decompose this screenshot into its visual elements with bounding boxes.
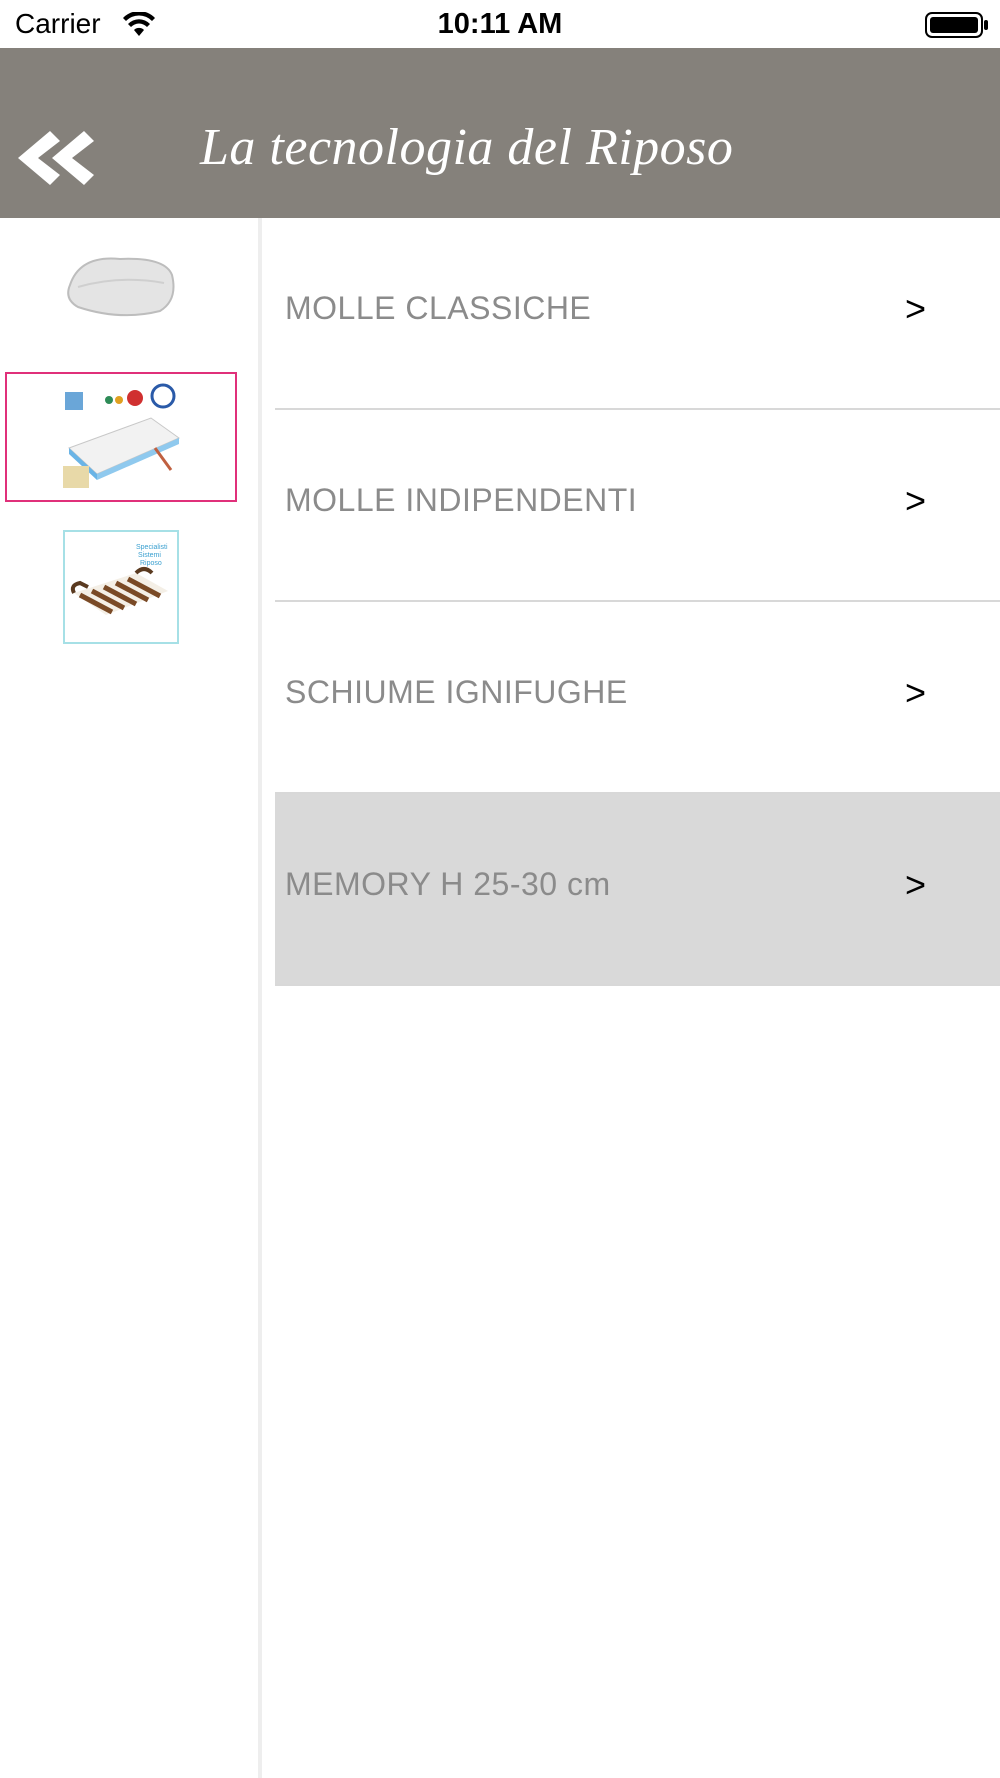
chevron-right-icon: > xyxy=(905,288,927,329)
sidebar-item-bed-slats[interactable]: Specialisti Sistemi Riposo xyxy=(63,530,179,644)
status-bar: Carrier 10:11 AM xyxy=(0,0,1000,48)
svg-text:Riposo: Riposo xyxy=(140,560,162,567)
chevron-right-icon: > xyxy=(905,672,927,713)
list-item-molle-indipendenti[interactable]: MOLLE INDIPENDENTI > xyxy=(275,410,1000,602)
list-item-label: MOLLE INDIPENDENTI xyxy=(285,482,638,518)
svg-text:Specialisti: Specialisti xyxy=(136,544,168,551)
pillow-image xyxy=(67,257,175,317)
double-chevron-left-icon[interactable] xyxy=(6,123,96,193)
list-item-schiume-ignifughe[interactable]: SCHIUME IGNIFUGHE > xyxy=(275,602,1000,794)
list-item-label: SCHIUME IGNIFUGHE xyxy=(285,674,628,710)
svg-text:Sistemi: Sistemi xyxy=(138,552,161,559)
chevron-right-icon: > xyxy=(905,864,927,905)
battery-icon xyxy=(925,12,988,38)
clock: 10:11 AM xyxy=(437,8,563,40)
sidebar-divider xyxy=(258,218,262,1778)
chevron-right-icon: > xyxy=(905,480,927,521)
sidebar-item-pillow[interactable] xyxy=(55,240,185,330)
list-item-label: MEMORY H 25-30 cm xyxy=(285,866,611,902)
sidebar-item-mattress[interactable] xyxy=(5,372,237,502)
mattress-image xyxy=(59,378,183,496)
header-title: La tecnologia del Riposo xyxy=(200,119,734,176)
list-item-memory[interactable]: MEMORY H 25-30 cm > xyxy=(275,794,1000,986)
subcategory-list: MOLLE CLASSICHE > MOLLE INDIPENDENTI > S… xyxy=(275,218,1000,986)
list-item-molle-classiche[interactable]: MOLLE CLASSICHE > xyxy=(275,218,1000,410)
app-header: La tecnologia del Riposo xyxy=(0,48,1000,218)
list-item-label: MOLLE CLASSICHE xyxy=(285,290,592,326)
bed-slats-image: Specialisti Sistemi Riposo xyxy=(66,535,176,639)
